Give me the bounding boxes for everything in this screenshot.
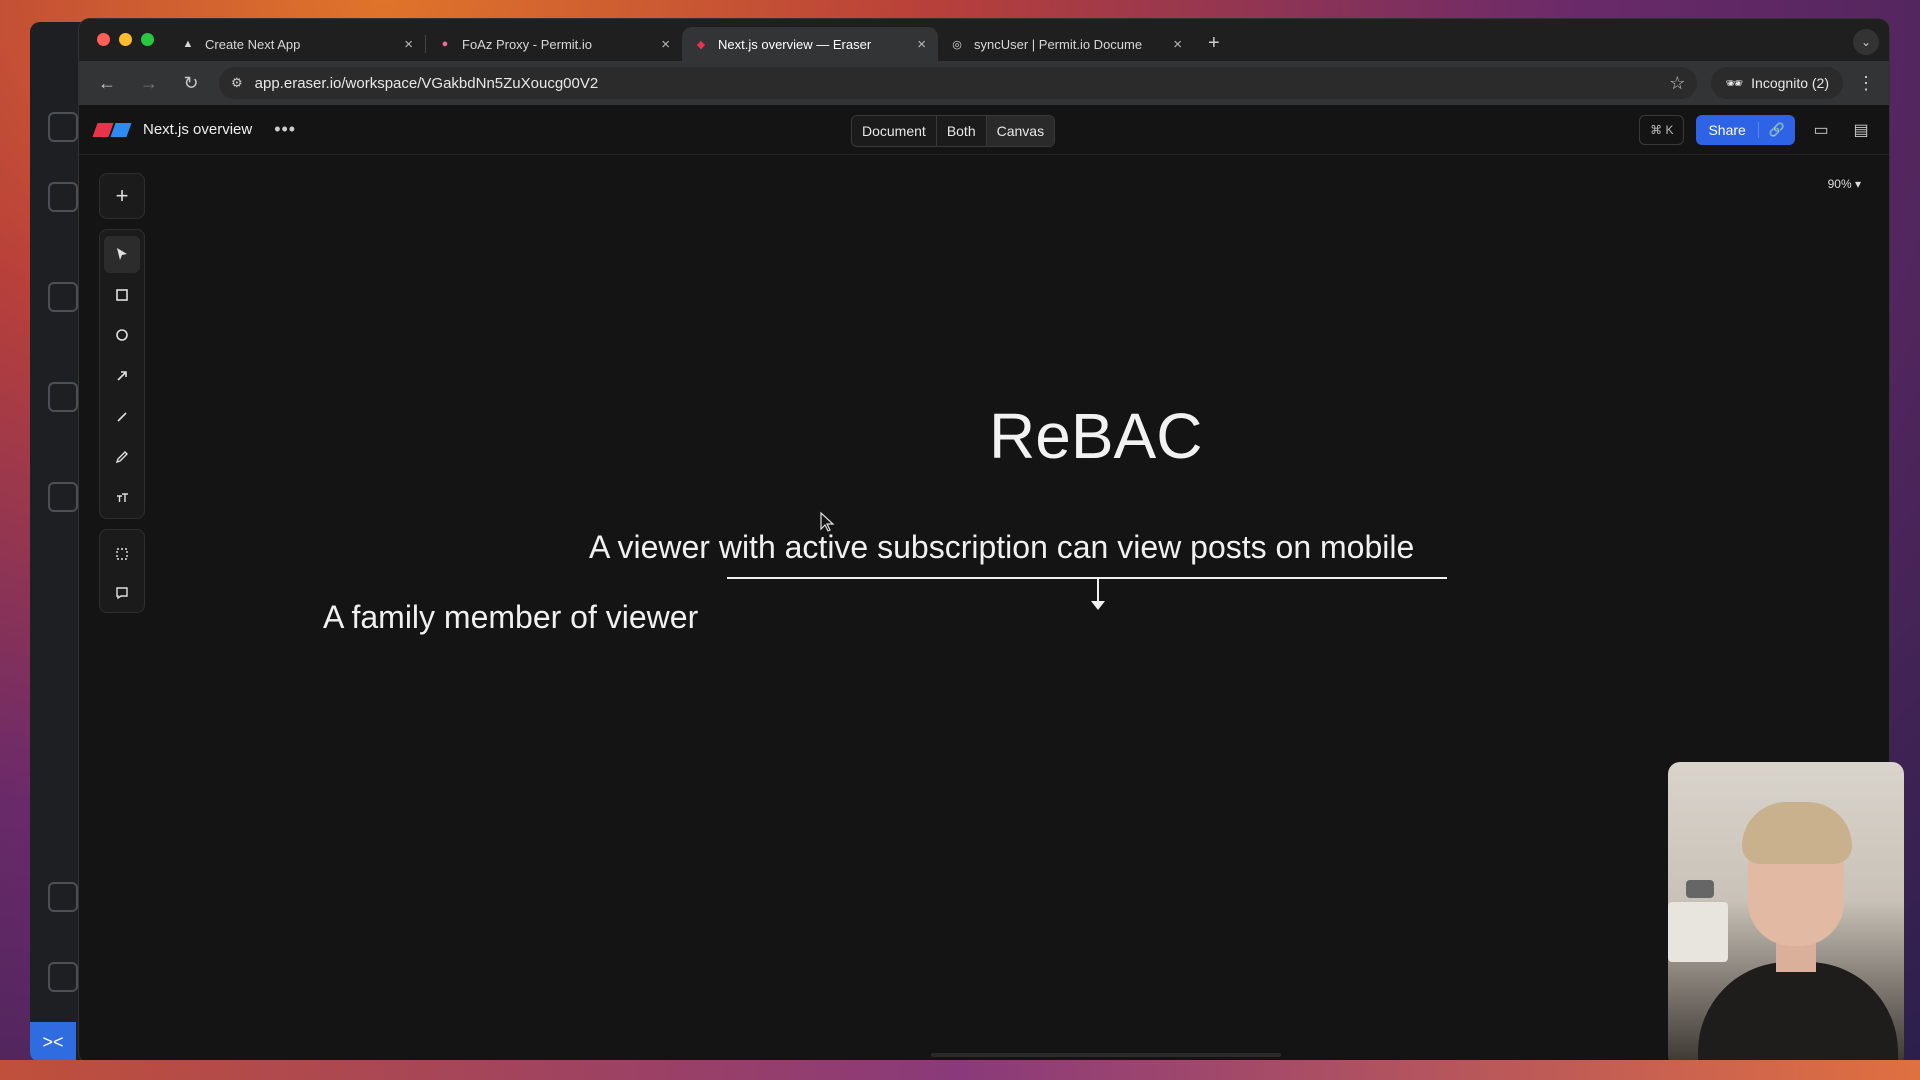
background-play-button-icon: [1686, 880, 1714, 898]
app-header: Next.js overview ••• Document Both Canva…: [79, 105, 1889, 155]
bookmark-star-icon[interactable]: ☆: [1669, 73, 1685, 94]
frame-tool-icon[interactable]: [104, 536, 140, 571]
add-button[interactable]: +: [99, 173, 145, 219]
tab-bar: ▲ Create Next App × ● FoAz Proxy - Permi…: [79, 19, 1889, 61]
back-icon[interactable]: ←: [93, 73, 121, 94]
remote-icon[interactable]: ><: [30, 1022, 76, 1062]
forward-icon[interactable]: →: [135, 73, 163, 94]
view-canvas-button[interactable]: Canvas: [986, 116, 1055, 146]
tab-eraser[interactable]: ◆ Next.js overview — Eraser ×: [682, 27, 938, 61]
incognito-icon: 🕶: [1725, 74, 1744, 91]
eraser-icon: ◆: [696, 38, 706, 51]
more-options-icon[interactable]: •••: [274, 119, 296, 140]
pen-tool-icon[interactable]: [104, 439, 140, 476]
new-tab-button[interactable]: +: [1194, 32, 1234, 61]
incognito-label: Incognito (2): [1751, 75, 1829, 91]
zoom-level: 90%: [1827, 177, 1852, 191]
webcam-overlay: [1668, 762, 1904, 1068]
command-palette-button[interactable]: ⌘ K: [1639, 115, 1685, 145]
view-document-button[interactable]: Document: [852, 116, 937, 146]
view-mode-toggle: Document Both Canvas: [851, 115, 1056, 147]
canvas-arrow-head: [1091, 601, 1105, 610]
rectangle-tool-icon[interactable]: [104, 277, 140, 314]
search-icon: [48, 182, 78, 212]
share-label: Share: [1708, 122, 1746, 138]
comment-tool-icon[interactable]: [104, 575, 140, 610]
tab-title: Create Next App: [205, 36, 301, 52]
tab-foaz-proxy[interactable]: ● FoAz Proxy - Permit.io ×: [426, 27, 682, 61]
text-tool-icon[interactable]: [104, 479, 140, 516]
canvas-title[interactable]: ReBAC: [989, 399, 1202, 473]
eraser-logo[interactable]: [92, 122, 132, 137]
browser-window: ▲ Create Next App × ● FoAz Proxy - Permi…: [78, 18, 1890, 1064]
source-control-icon: [48, 282, 78, 312]
header-actions: ⌘ K Share 🔗 ▭ ▤: [1639, 115, 1875, 145]
url-field[interactable]: ⚙ app.eraser.io/workspace/VGakbdNn5ZuXou…: [219, 67, 1698, 99]
permit-docs-icon: ◎: [952, 38, 962, 51]
background-shelf: [1668, 902, 1728, 962]
close-window-button[interactable]: [97, 33, 110, 46]
link-icon[interactable]: 🔗: [1757, 122, 1795, 138]
zoom-dropdown[interactable]: 90% ▾: [1828, 177, 1861, 191]
address-bar: ← → ↻ ⚙ app.eraser.io/workspace/VGakbdNn…: [79, 61, 1889, 105]
incognito-badge[interactable]: 🕶 Incognito (2): [1711, 67, 1843, 99]
document-title[interactable]: Next.js overview: [143, 121, 252, 138]
site-settings-icon[interactable]: ⚙: [231, 75, 243, 91]
files-icon: [48, 112, 78, 142]
presenter-body: [1698, 962, 1898, 1068]
arrow-tool-icon[interactable]: [104, 358, 140, 395]
presenter-hair: [1742, 802, 1852, 864]
close-icon[interactable]: ×: [661, 36, 670, 53]
close-icon[interactable]: ×: [404, 36, 413, 53]
minimize-window-button[interactable]: [119, 33, 132, 46]
tab-title: syncUser | Permit.io Docume: [974, 36, 1143, 52]
line-tool-icon[interactable]: [104, 398, 140, 435]
tab-create-next-app[interactable]: ▲ Create Next App ×: [169, 27, 425, 61]
tab-title: Next.js overview — Eraser: [718, 36, 872, 52]
settings-icon: [48, 962, 78, 992]
drawing-toolbar: [99, 229, 145, 519]
triangle-icon: ▲: [182, 38, 194, 50]
browser-menu-icon[interactable]: ⋮: [1857, 73, 1875, 94]
maximize-window-button[interactable]: [141, 33, 154, 46]
comment-icon[interactable]: ▭: [1807, 116, 1835, 144]
tab-syncuser-docs[interactable]: ◎ syncUser | Permit.io Docume ×: [938, 27, 1194, 61]
reload-icon[interactable]: ↻: [177, 73, 205, 94]
canvas-text-viewer-rule[interactable]: A viewer with active subscription can vi…: [589, 529, 1414, 566]
mouse-cursor-icon: [820, 511, 835, 532]
tab-search-icon[interactable]: ⌄: [1853, 29, 1879, 55]
tab-title: FoAz Proxy - Permit.io: [462, 36, 593, 52]
permit-icon: ●: [441, 38, 449, 50]
close-icon[interactable]: ×: [1173, 36, 1182, 53]
eraser-app: Next.js overview ••• Document Both Canva…: [79, 105, 1889, 1063]
canvas-underline[interactable]: [727, 577, 1447, 579]
canvas-text-family-member[interactable]: A family member of viewer: [323, 599, 698, 636]
desktop-wallpaper-strip: [0, 1060, 1920, 1080]
extensions-icon: [48, 482, 78, 512]
horizontal-scrollbar[interactable]: [931, 1053, 1281, 1057]
close-icon[interactable]: ×: [917, 36, 926, 53]
view-both-button[interactable]: Both: [936, 116, 987, 146]
window-controls: [97, 33, 154, 46]
debug-icon: [48, 382, 78, 412]
secondary-toolbar: [99, 529, 145, 613]
select-tool-icon[interactable]: [104, 236, 140, 273]
share-button[interactable]: Share 🔗: [1696, 115, 1795, 145]
url-text[interactable]: app.eraser.io/workspace/VGakbdNn5ZuXoucg…: [255, 75, 1658, 92]
panel-toggle-icon[interactable]: ▤: [1847, 116, 1875, 144]
ellipse-tool-icon[interactable]: [104, 317, 140, 354]
account-icon: [48, 882, 78, 912]
